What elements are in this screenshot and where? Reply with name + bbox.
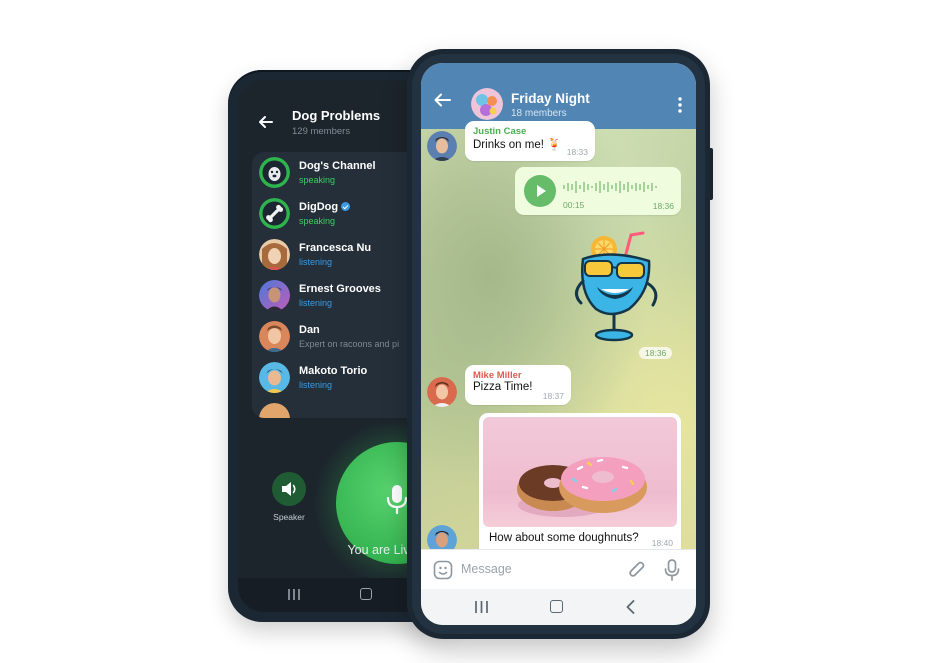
- message-sender: Mike Miller: [473, 370, 522, 381]
- message-input[interactable]: Message: [461, 562, 512, 576]
- participant-name: Dan: [299, 324, 320, 336]
- participant-status: listening: [299, 298, 333, 308]
- message-bubble[interactable]: Justin Case Drinks on me! 🍹 18:33: [465, 121, 595, 161]
- cocktail-sticker[interactable]: [571, 231, 681, 351]
- home-icon[interactable]: [360, 588, 372, 600]
- participant-name: Dog's Channel: [299, 160, 376, 172]
- chat-screen: Friday Night 18 members Justin Case Drin…: [421, 63, 696, 625]
- recents-icon[interactable]: [475, 601, 488, 613]
- participant-name: DigDog: [299, 201, 351, 213]
- paperclip-icon[interactable]: [627, 559, 647, 581]
- participant-status: listening: [299, 257, 333, 267]
- verified-badge-icon: [341, 202, 351, 211]
- play-button[interactable]: [524, 175, 556, 207]
- voice-chat-title: Dog Problems: [292, 108, 381, 123]
- recents-icon[interactable]: [288, 589, 300, 600]
- message-input-bar: Message: [421, 549, 696, 589]
- participant-status: speaking: [299, 216, 336, 226]
- message-sender: Justin Case: [473, 126, 527, 137]
- promo-stage: Dog Problems 129 members Dog's Channel s…: [0, 0, 938, 663]
- message-bubble[interactable]: Mike Miller Pizza Time! 18:37: [465, 365, 571, 405]
- avatar: [259, 321, 290, 352]
- avatar: [259, 157, 290, 188]
- participant-status: speaking: [299, 175, 336, 185]
- participant-name-text: DigDog: [299, 201, 339, 213]
- photo-caption: How about some doughnuts?: [489, 532, 639, 544]
- voice-chat-member-count: 129 members: [292, 126, 351, 137]
- photo-message-bubble[interactable]: How about some doughnuts? 18:40: [479, 413, 681, 559]
- participant-status: Expert on racoons and pi: [299, 339, 400, 349]
- message-time: 18:33: [566, 147, 588, 157]
- sticker-time: 18:36: [639, 347, 673, 359]
- avatar: [259, 239, 290, 270]
- emoji-icon[interactable]: [433, 560, 453, 580]
- back-chevron-icon[interactable]: [626, 600, 635, 614]
- play-icon: [537, 185, 546, 197]
- home-icon[interactable]: [550, 600, 563, 613]
- back-arrow-icon[interactable]: [434, 93, 452, 107]
- avatar: [259, 403, 290, 418]
- more-vertical-icon[interactable]: [678, 97, 682, 113]
- avatar: [259, 280, 290, 311]
- chat-phone: Friday Night 18 members Justin Case Drin…: [407, 49, 710, 639]
- participant-name: Ernest Grooves: [299, 283, 381, 295]
- participant-status: listening: [299, 380, 333, 390]
- chat-member-count: 18 members: [511, 108, 567, 119]
- group-avatar[interactable]: [471, 88, 503, 120]
- chat-title: Friday Night: [511, 91, 590, 106]
- voice-duration: 00:15: [563, 200, 585, 210]
- speaker-button[interactable]: [272, 472, 306, 506]
- participant-name: Francesca Nu: [299, 242, 372, 254]
- message-time: 18:37: [542, 391, 564, 401]
- avatar[interactable]: [427, 377, 457, 407]
- back-arrow-icon[interactable]: [256, 112, 276, 132]
- message-time: 18:40: [651, 538, 673, 548]
- microphone-icon[interactable]: [664, 559, 680, 581]
- system-nav-bar: [421, 589, 696, 625]
- microphone-icon: [386, 485, 408, 515]
- message-time: 18:36: [652, 201, 674, 211]
- chat-header: Friday Night 18 members: [421, 63, 696, 129]
- participant-name: Makoto Torio: [299, 365, 368, 377]
- avatar[interactable]: [427, 131, 457, 161]
- waveform-icon: [563, 181, 657, 193]
- doughnuts-photo[interactable]: [483, 417, 677, 527]
- avatar: [259, 198, 290, 229]
- speaker-icon: [282, 482, 296, 496]
- avatar: [259, 362, 290, 393]
- voice-message-bubble[interactable]: 00:15 18:36: [515, 167, 681, 215]
- doughnuts-image: [517, 457, 647, 517]
- speaker-label: Speaker: [273, 512, 305, 522]
